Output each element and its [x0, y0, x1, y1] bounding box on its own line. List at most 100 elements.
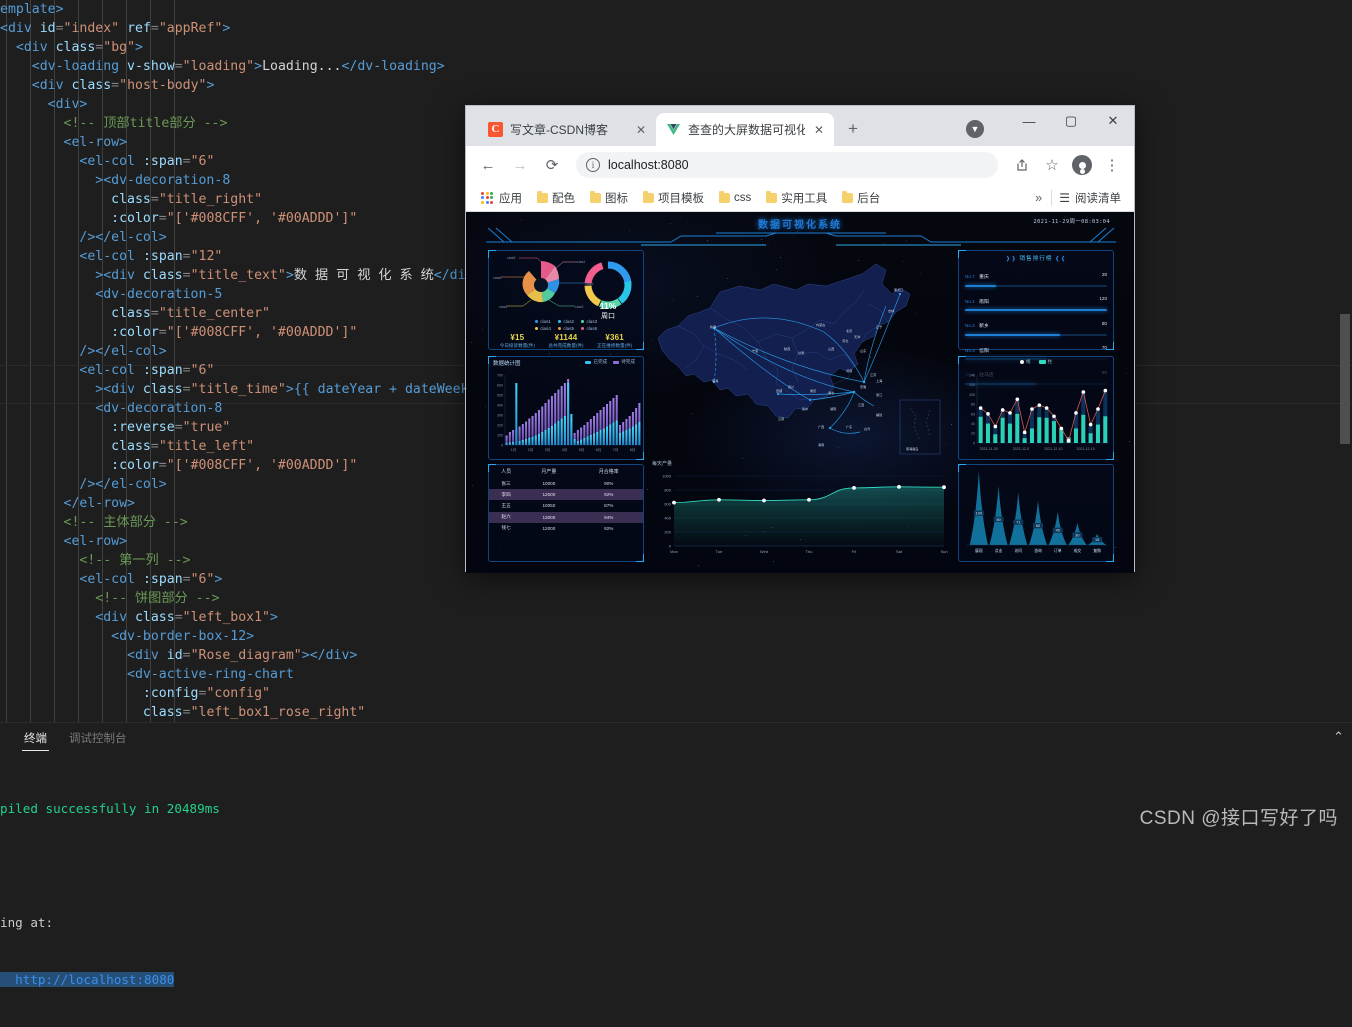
svg-text:200: 200: [497, 423, 503, 427]
maximize-button[interactable]: ▢: [1050, 106, 1092, 136]
svg-text:重庆: 重庆: [810, 388, 816, 393]
svg-text:800: 800: [664, 488, 671, 493]
svg-text:45: 45: [1056, 529, 1060, 533]
rank-label-group: No.1 南阳: [965, 290, 989, 308]
bookmark-item[interactable]: 项目模板: [637, 188, 710, 208]
bookmark-item[interactable]: 图标: [584, 188, 634, 208]
address-bar[interactable]: i localhost:8080: [576, 152, 998, 178]
divider: [1051, 190, 1052, 206]
rank-row: No.3 信阳70: [965, 339, 1107, 357]
svg-text:1000: 1000: [662, 474, 672, 479]
bookmark-item[interactable]: 实用工具: [760, 188, 833, 208]
bookmark-star-icon[interactable]: ☆: [1038, 151, 1066, 179]
site-info-icon[interactable]: i: [586, 158, 600, 172]
forward-icon[interactable]: →: [506, 151, 534, 179]
legend-item: 柱: [1039, 359, 1053, 365]
legend-item: clas3: [581, 319, 597, 324]
svg-text:1月: 1月: [511, 447, 517, 452]
browser-tab-dashboard[interactable]: 查查的大屏数据可视化模 ✕: [656, 113, 834, 146]
legend-label: 柱: [1048, 359, 1053, 365]
terminal-panel: 终端 调试控制台 ⌃ piled successfully in 20489ms…: [0, 722, 1352, 840]
close-window-button[interactable]: ✕: [1092, 106, 1134, 136]
sales-rank-panel: ❱❱ 销售排行榜 ❰❰ No.7 重庆28No.1 南阳120No.2 新乡80…: [958, 250, 1114, 350]
svg-text:北京: 北京: [846, 328, 852, 333]
legend-item: 已完成: [585, 359, 607, 365]
svg-text:安徽: 安徽: [860, 384, 867, 389]
bookmark-item[interactable]: 应用: [475, 188, 528, 208]
share-icon[interactable]: [1008, 151, 1036, 179]
terminal-output[interactable]: piled successfully in 20489ms ing at: ht…: [0, 761, 1352, 1027]
bookmark-item[interactable]: css: [713, 190, 757, 206]
legend-label: 待完成: [621, 359, 635, 365]
download-badge-icon[interactable]: ▼: [966, 120, 984, 138]
legend-swatch-icon: [613, 361, 619, 364]
rank-value: 120: [1099, 296, 1107, 301]
bar-stat-panel: 数据统计图 已完成待完成 01002003004005006007001月2月3…: [488, 356, 644, 460]
rank-number: No.7: [965, 274, 975, 279]
svg-text:400: 400: [497, 403, 503, 407]
minimize-button[interactable]: —: [1008, 106, 1050, 136]
page-viewport[interactable]: 数据可视化系统 2021-11-29周一08:03:04: [466, 212, 1134, 573]
reload-icon[interactable]: ⟳: [538, 151, 566, 179]
csdn-logo-icon: C: [488, 122, 503, 137]
browser-menu-icon[interactable]: ⋮: [1098, 151, 1126, 179]
reading-list-icon: ☰: [1059, 191, 1070, 205]
new-tab-button[interactable]: +: [840, 116, 866, 142]
svg-text:河北: 河北: [842, 338, 849, 343]
legend-label: clas4: [540, 326, 551, 331]
rank-value: 80: [1102, 321, 1107, 326]
browser-tab-strip: C 写文章-CSDN博客 ✕ 查查的大屏数据可视化模 ✕ + ▼ — ▢ ✕: [466, 106, 1134, 146]
chevron-up-icon[interactable]: ⌃: [1333, 729, 1344, 745]
kpi-item: ¥1144 总共完成数量(件): [548, 333, 583, 349]
svg-text:山东: 山东: [860, 348, 866, 353]
svg-text:0: 0: [501, 443, 503, 447]
table-header-row: 人员月产量月合格率: [489, 465, 643, 478]
rank-label-group: No.3 信阳: [965, 339, 989, 357]
daily-output-chart: 02004006008001000MonTueWedThuFriSatSun: [648, 468, 954, 564]
rank-number: No.3: [965, 348, 975, 353]
bookmark-item[interactable]: 配色: [531, 188, 581, 208]
panel-tab-terminal[interactable]: 终端: [22, 728, 49, 751]
legend-label: 已完成: [593, 359, 607, 365]
bookmark-label: 应用: [499, 190, 522, 206]
panel-tab-debug-console[interactable]: 调试控制台: [67, 728, 129, 751]
svg-text:71: 71: [1016, 521, 1020, 525]
bookmark-label: 后台: [857, 190, 880, 206]
rank-panel-title: ❱❱ 销售排行榜 ❰❰: [959, 251, 1113, 262]
svg-text:广西: 广西: [818, 424, 824, 429]
combo-legend: 线柱: [959, 359, 1113, 365]
svg-text:60: 60: [971, 412, 975, 416]
editor-scrollbar[interactable]: [1340, 314, 1350, 444]
close-icon[interactable]: ✕: [634, 123, 648, 137]
chrome-browser-window: C 写文章-CSDN博客 ✕ 查查的大屏数据可视化模 ✕ + ▼ — ▢ ✕ ←…: [465, 105, 1135, 572]
browser-tab-csdn[interactable]: C 写文章-CSDN博客 ✕: [478, 113, 656, 146]
legend-dot-icon: [581, 320, 584, 323]
svg-text:复购: 复购: [1093, 548, 1101, 553]
table-row: 王五1005087%: [489, 500, 643, 511]
toolbar-right-actions: ☆ ⋮: [1008, 151, 1126, 179]
svg-text:Thu: Thu: [806, 549, 813, 554]
table-header-cell: 月合格率: [575, 465, 643, 478]
table-row: 李四1200092%: [489, 489, 643, 500]
table-header-cell: 人员: [489, 465, 523, 478]
close-icon[interactable]: ✕: [812, 123, 826, 137]
reading-list-button[interactable]: ☰阅读清单: [1055, 190, 1125, 206]
back-icon[interactable]: ←: [474, 151, 502, 179]
svg-text:Sat: Sat: [896, 549, 903, 554]
svg-text:访问: 访问: [1014, 548, 1022, 553]
terminal-line: http://localhost:8080: [0, 970, 1352, 989]
bookmarks-overflow-button[interactable]: »: [1029, 190, 1048, 205]
svg-text:80: 80: [996, 518, 1000, 522]
bookmark-label: 图标: [605, 190, 628, 206]
rank-row: No.1 南阳 120: [965, 290, 1107, 308]
svg-text:山西: 山西: [828, 346, 834, 351]
dashboard-header: 数据可视化系统 2021-11-29周一08:03:04: [466, 212, 1134, 244]
svg-text:2021-12-5: 2021-12-5: [1013, 447, 1029, 451]
bookmark-item[interactable]: 后台: [836, 188, 886, 208]
bookmarks-bar: 应用配色 图标项目模板css实用工具 后台 » ☰阅读清单: [466, 184, 1134, 212]
profile-avatar[interactable]: [1068, 151, 1096, 179]
header-decoration: [466, 212, 1134, 246]
kpi-row: ¥15 今日投诉数量(件) ¥1144 总共完成数量(件) ¥361 正在维修数…: [489, 333, 643, 349]
table-body: 张三1000090%李四1200092%王五1005087%赵六1300094%…: [489, 478, 643, 534]
terminal-url-link[interactable]: http://localhost:8080: [0, 972, 174, 987]
